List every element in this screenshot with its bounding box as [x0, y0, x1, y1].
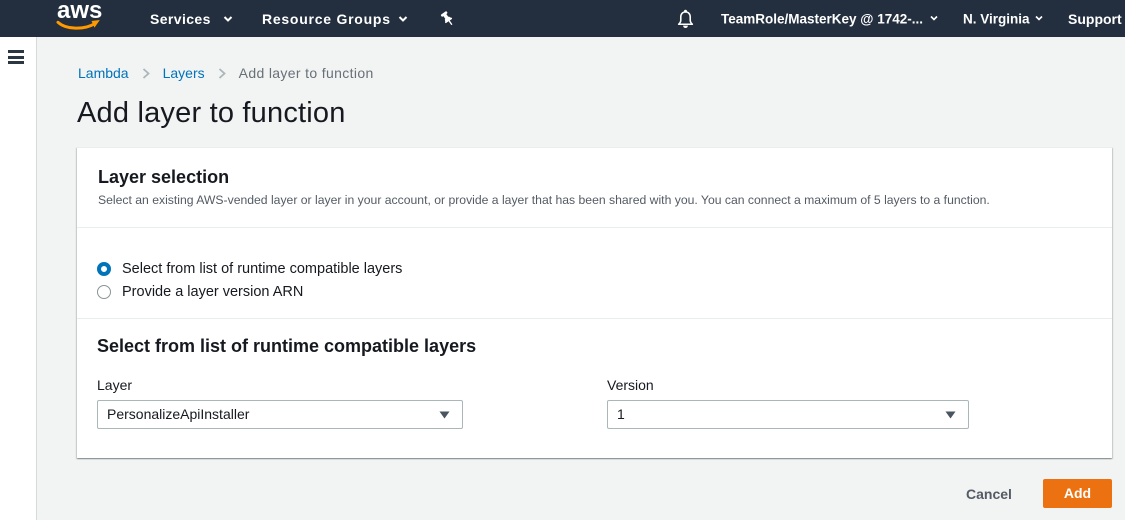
svg-text:aws: aws: [57, 0, 102, 24]
